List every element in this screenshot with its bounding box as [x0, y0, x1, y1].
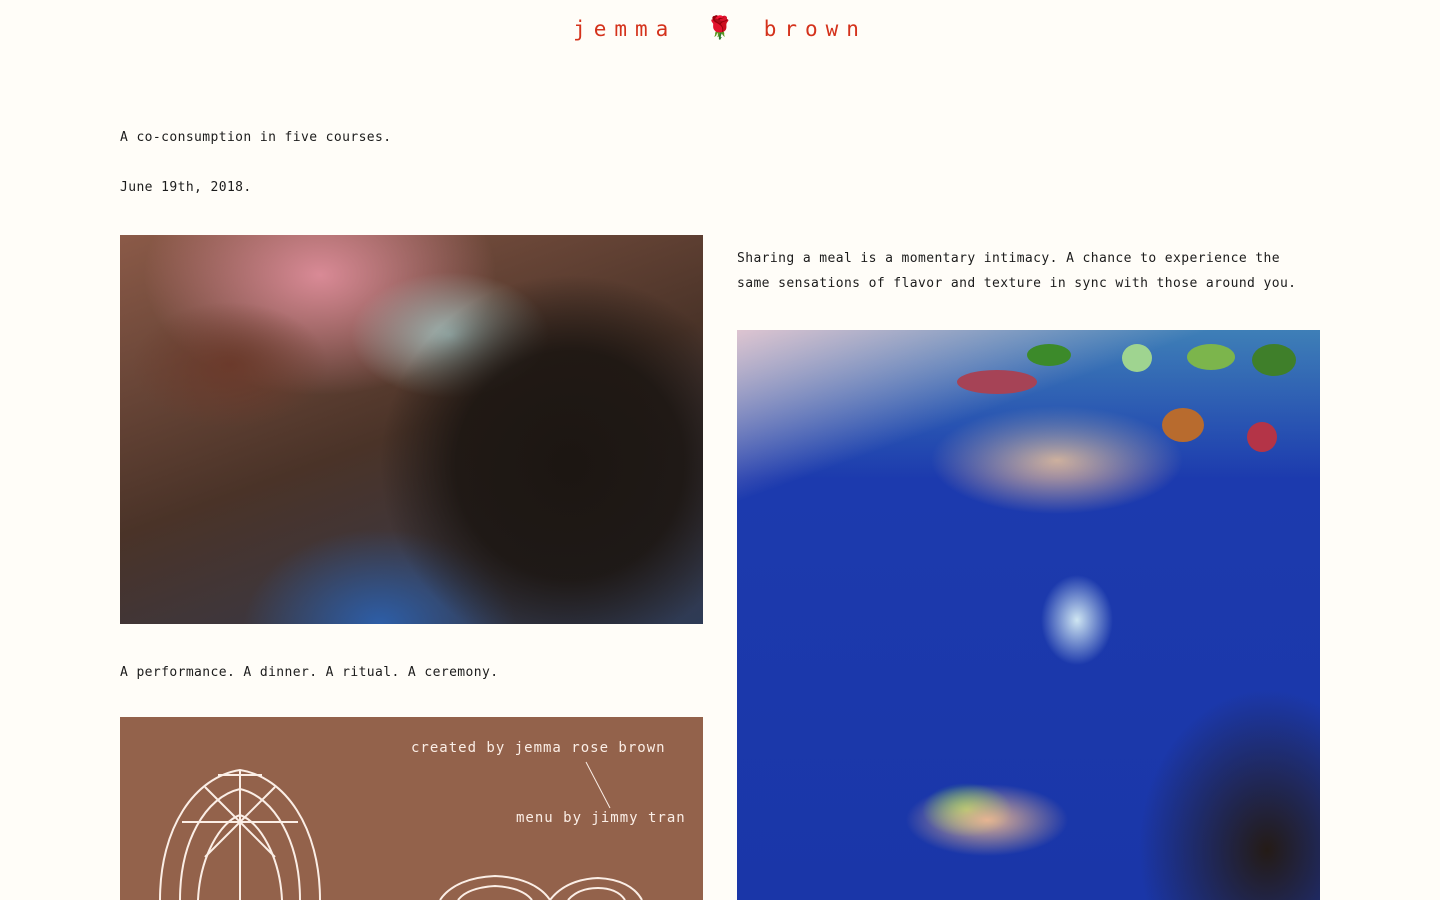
site-header: jemma 🌹 brown	[0, 16, 1440, 41]
brand-last-name: brown	[763, 16, 867, 41]
intro-paragraph: Sharing a meal is a momentary intimacy. …	[737, 251, 1297, 291]
menu-illustration	[159, 761, 643, 900]
credit-connector-line	[585, 761, 611, 809]
rose-icon: 🌹	[706, 16, 734, 41]
performance-caption: A performance. A dinner. A ritual. A cer…	[120, 665, 499, 680]
project-date: June 19th, 2018.	[120, 180, 252, 195]
artichoke-drawing	[159, 768, 321, 900]
photo-hands-table	[737, 330, 1320, 900]
site-logo[interactable]: jemma 🌹 brown	[573, 16, 867, 41]
photo-shared-bowl	[120, 235, 703, 624]
brand-first-name: jemma	[573, 16, 677, 41]
second-artichoke-drawing	[439, 874, 643, 900]
project-subtitle: A co-consumption in five courses.	[120, 130, 392, 145]
menu-card: created by jemma rose brown menu by jimm…	[120, 717, 703, 900]
